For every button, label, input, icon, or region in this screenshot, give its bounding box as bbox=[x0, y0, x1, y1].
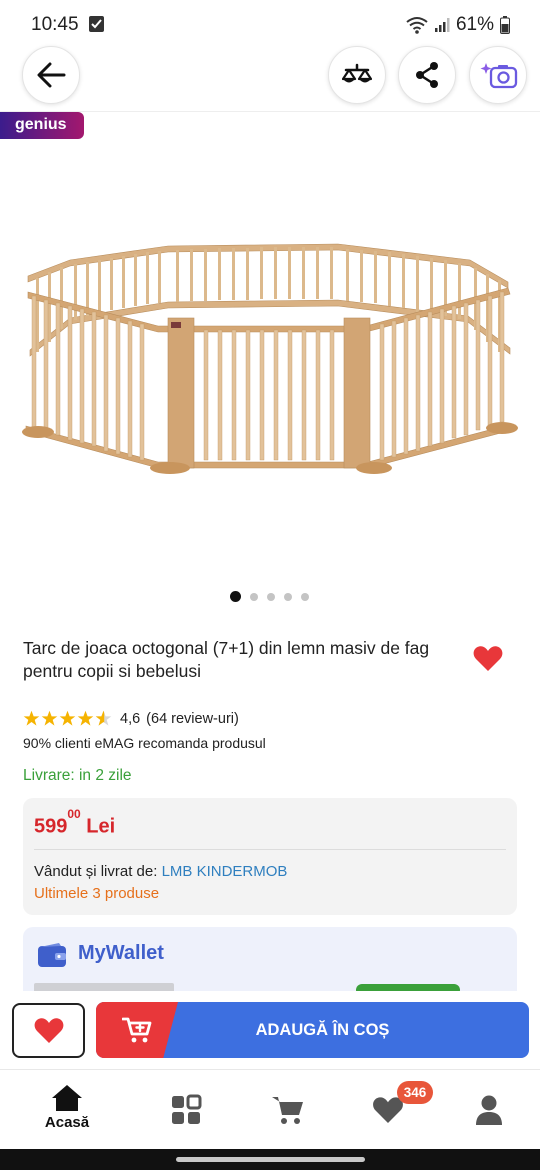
nav-account[interactable] bbox=[439, 1070, 539, 1150]
seller-link[interactable]: LMB KINDERMOB bbox=[162, 863, 288, 880]
compare-button[interactable] bbox=[328, 46, 386, 104]
offer-card: 59900 Lei Vândut și livrat de: LMB KINDE… bbox=[23, 798, 517, 915]
star-icon bbox=[59, 710, 76, 726]
gallery-dot-active[interactable] bbox=[230, 591, 241, 602]
battery-icon bbox=[500, 16, 510, 34]
nav-categories[interactable] bbox=[136, 1070, 236, 1150]
add-to-cart-label: ADAUGĂ ÎN COȘ bbox=[255, 1021, 390, 1039]
status-bar: 10:45 61% bbox=[0, 0, 540, 48]
delivery-estimate: Livrare: in 2 zile bbox=[23, 767, 132, 784]
share-icon bbox=[416, 62, 438, 88]
rating-stars bbox=[23, 710, 112, 727]
price-currency: Lei bbox=[86, 815, 116, 838]
seller-row: Vândut și livrat de: LMB KINDERMOB bbox=[34, 863, 287, 880]
product-title: Tarc de joaca octogonal (7+1) din lemn m… bbox=[23, 638, 430, 681]
grid-icon bbox=[172, 1094, 202, 1124]
gallery-dot[interactable] bbox=[250, 592, 258, 601]
back-button[interactable] bbox=[22, 46, 80, 104]
wallet-pill-clipped bbox=[356, 984, 460, 991]
nav-home-label: Acasă bbox=[44, 1114, 90, 1131]
rating-row[interactable]: 4,6 (64 review-uri) bbox=[23, 710, 239, 727]
price-decimals: 00 bbox=[67, 807, 81, 821]
gallery-dot[interactable] bbox=[301, 592, 309, 601]
add-to-favorites-button[interactable] bbox=[473, 645, 503, 677]
wallet-subtext-clipped bbox=[34, 983, 174, 991]
notification-check-icon bbox=[89, 16, 104, 32]
status-time: 10:45 bbox=[31, 14, 79, 35]
offer-divider bbox=[34, 849, 506, 850]
wallet-title: MyWallet bbox=[78, 942, 164, 964]
stock-note: Ultimele 3 produse bbox=[34, 885, 160, 902]
battery-percent: 61% bbox=[455, 14, 494, 35]
heart-icon bbox=[473, 646, 503, 671]
visual-search-button[interactable] bbox=[469, 46, 527, 104]
wallet-icon bbox=[38, 943, 66, 967]
star-icon bbox=[41, 710, 58, 726]
star-icon bbox=[77, 710, 94, 726]
star-icon bbox=[23, 710, 40, 726]
gallery-pagination[interactable] bbox=[230, 591, 309, 602]
price: 59900 Lei bbox=[34, 807, 116, 839]
gallery-dot[interactable] bbox=[267, 592, 275, 601]
rating-value: 4,6 bbox=[120, 710, 141, 727]
system-gesture-bar bbox=[0, 1149, 540, 1170]
nav-home[interactable]: Acasă bbox=[17, 1070, 117, 1150]
heart-icon bbox=[34, 1018, 63, 1043]
signal-icon bbox=[434, 18, 450, 32]
favorite-toggle-button[interactable] bbox=[12, 1003, 85, 1058]
cart-icon bbox=[272, 1097, 303, 1124]
home-icon bbox=[52, 1085, 82, 1111]
favorites-count-badge: 346 bbox=[397, 1081, 433, 1104]
star-half-icon bbox=[95, 710, 112, 726]
wifi-icon bbox=[406, 17, 428, 34]
arrow-left-icon bbox=[37, 62, 66, 88]
mywallet-card[interactable]: MyWallet bbox=[23, 927, 517, 991]
balance-scale-icon bbox=[342, 63, 372, 83]
genius-badge: genius bbox=[0, 112, 84, 139]
user-icon bbox=[476, 1095, 502, 1125]
camera-sparkle-icon bbox=[480, 63, 518, 89]
status-indicators: 61% bbox=[406, 14, 510, 36]
seller-label: Vândut și livrat de: bbox=[34, 863, 158, 880]
bottom-navigation: Acasă bbox=[0, 1069, 540, 1149]
gesture-handle[interactable] bbox=[176, 1157, 365, 1162]
review-count-link[interactable]: (64 review-uri) bbox=[146, 711, 239, 727]
share-button[interactable] bbox=[398, 46, 456, 104]
price-integer: 599 bbox=[34, 815, 68, 838]
product-image[interactable] bbox=[18, 230, 522, 480]
bottom-action-bar: ADAUGĂ ÎN COȘ bbox=[0, 991, 540, 1069]
add-to-cart-button[interactable]: ADAUGĂ ÎN COȘ bbox=[96, 1002, 529, 1058]
recommendation-text: 90% clienti eMAG recomanda produsul bbox=[23, 735, 266, 751]
nav-cart[interactable] bbox=[238, 1070, 338, 1150]
gallery-dot[interactable] bbox=[284, 592, 292, 601]
